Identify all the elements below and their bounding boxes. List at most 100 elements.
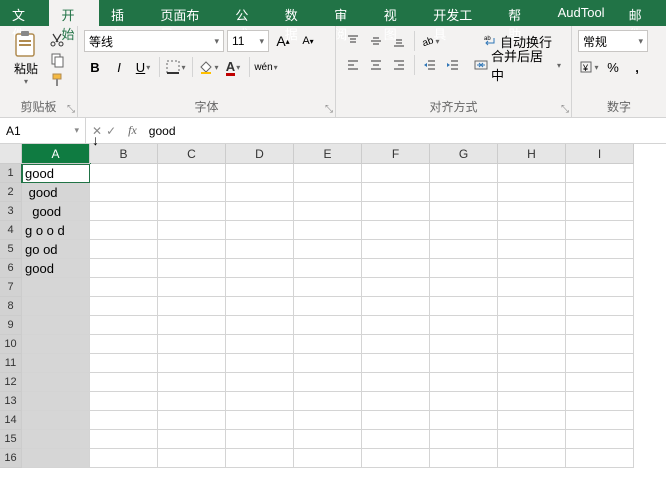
row-header[interactable]: 9: [0, 316, 22, 335]
align-left-icon[interactable]: [342, 54, 364, 76]
cell-D3[interactable]: [226, 202, 294, 221]
cell-E10[interactable]: [294, 335, 362, 354]
row-header[interactable]: 11: [0, 354, 22, 373]
cell-C2[interactable]: [158, 183, 226, 202]
tab-审阅[interactable]: 审阅: [322, 0, 371, 26]
cell-E11[interactable]: [294, 354, 362, 373]
cell-B4[interactable]: [90, 221, 158, 240]
clipboard-launcher-icon[interactable]: ⤡: [67, 104, 75, 115]
cell-C3[interactable]: [158, 202, 226, 221]
cell-I1[interactable]: [566, 164, 634, 183]
cell-E15[interactable]: [294, 430, 362, 449]
enter-formula-icon[interactable]: ✓: [106, 124, 116, 138]
cell-C5[interactable]: [158, 240, 226, 259]
cell-D2[interactable]: [226, 183, 294, 202]
cell-I6[interactable]: [566, 259, 634, 278]
cell-C7[interactable]: [158, 278, 226, 297]
cell-C15[interactable]: [158, 430, 226, 449]
cell-D6[interactable]: [226, 259, 294, 278]
row-header[interactable]: 7: [0, 278, 22, 297]
cell-C8[interactable]: [158, 297, 226, 316]
cell-H4[interactable]: [498, 221, 566, 240]
cell-C6[interactable]: [158, 259, 226, 278]
cell-G2[interactable]: [430, 183, 498, 202]
comma-button[interactable]: ,: [626, 56, 648, 78]
cell-G14[interactable]: [430, 411, 498, 430]
cell-E14[interactable]: [294, 411, 362, 430]
cell-F4[interactable]: [362, 221, 430, 240]
align-top-icon[interactable]: [342, 30, 364, 52]
border-button[interactable]: [165, 56, 187, 78]
phonetic-button[interactable]: wén: [255, 56, 277, 78]
col-header-G[interactable]: G: [430, 144, 498, 164]
row-header[interactable]: 15: [0, 430, 22, 449]
row-header[interactable]: 6: [0, 259, 22, 278]
underline-button[interactable]: U: [132, 56, 154, 78]
fill-color-button[interactable]: [198, 56, 220, 78]
cell-F12[interactable]: [362, 373, 430, 392]
align-middle-icon[interactable]: [365, 30, 387, 52]
merge-center-button[interactable]: 合并后居中: [470, 54, 565, 76]
row-header[interactable]: 2: [0, 183, 22, 202]
percent-button[interactable]: %: [602, 56, 624, 78]
cell-A1[interactable]: good: [22, 164, 90, 183]
cell-E5[interactable]: [294, 240, 362, 259]
cell-H14[interactable]: [498, 411, 566, 430]
cell-G10[interactable]: [430, 335, 498, 354]
tab-帮助[interactable]: 帮助: [496, 0, 545, 26]
cell-A7[interactable]: [22, 278, 90, 297]
cell-C10[interactable]: [158, 335, 226, 354]
cell-A16[interactable]: [22, 449, 90, 468]
cell-H10[interactable]: [498, 335, 566, 354]
cell-E8[interactable]: [294, 297, 362, 316]
cell-H12[interactable]: [498, 373, 566, 392]
row-header[interactable]: 8: [0, 297, 22, 316]
cell-A10[interactable]: [22, 335, 90, 354]
formula-input[interactable]: good: [143, 124, 182, 138]
format-painter-icon[interactable]: [49, 72, 65, 88]
cell-H9[interactable]: [498, 316, 566, 335]
cell-E2[interactable]: [294, 183, 362, 202]
cell-F13[interactable]: [362, 392, 430, 411]
cell-C16[interactable]: [158, 449, 226, 468]
cell-H7[interactable]: [498, 278, 566, 297]
cut-icon[interactable]: [49, 32, 65, 48]
cell-G4[interactable]: [430, 221, 498, 240]
cell-B5[interactable]: [90, 240, 158, 259]
cell-A14[interactable]: [22, 411, 90, 430]
align-center-icon[interactable]: [365, 54, 387, 76]
increase-indent-icon[interactable]: [442, 54, 464, 76]
cell-B3[interactable]: [90, 202, 158, 221]
tab-AudTool[interactable]: AudTool: [546, 0, 617, 26]
orientation-button[interactable]: ab: [419, 30, 441, 52]
cell-F6[interactable]: [362, 259, 430, 278]
cell-C4[interactable]: [158, 221, 226, 240]
cell-G15[interactable]: [430, 430, 498, 449]
cell-A13[interactable]: [22, 392, 90, 411]
cell-B10[interactable]: [90, 335, 158, 354]
cell-D7[interactable]: [226, 278, 294, 297]
col-header-H[interactable]: H: [498, 144, 566, 164]
tab-公式[interactable]: 公式: [223, 0, 272, 26]
tab-开发工具[interactable]: 开发工具: [421, 0, 496, 26]
cell-G7[interactable]: [430, 278, 498, 297]
align-launcher-icon[interactable]: ⤡: [561, 104, 569, 115]
cell-H16[interactable]: [498, 449, 566, 468]
cell-I2[interactable]: [566, 183, 634, 202]
row-header[interactable]: 14: [0, 411, 22, 430]
cell-F9[interactable]: [362, 316, 430, 335]
fx-icon[interactable]: fx: [128, 123, 137, 138]
cell-F16[interactable]: [362, 449, 430, 468]
cell-C13[interactable]: [158, 392, 226, 411]
cell-F8[interactable]: [362, 297, 430, 316]
cell-F3[interactable]: [362, 202, 430, 221]
cell-I8[interactable]: [566, 297, 634, 316]
cell-E12[interactable]: [294, 373, 362, 392]
cell-E4[interactable]: [294, 221, 362, 240]
cell-H3[interactable]: [498, 202, 566, 221]
cell-I9[interactable]: [566, 316, 634, 335]
cell-A11[interactable]: [22, 354, 90, 373]
cell-H8[interactable]: [498, 297, 566, 316]
cell-E16[interactable]: [294, 449, 362, 468]
cell-I12[interactable]: [566, 373, 634, 392]
